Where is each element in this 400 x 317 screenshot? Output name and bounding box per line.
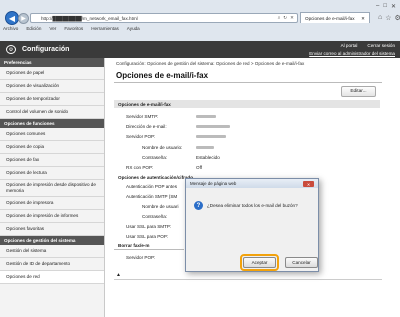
sidebar-item-system-management[interactable]: Gestión del sistema xyxy=(0,245,104,258)
sidebar-item-common[interactable]: Opciones comunes xyxy=(0,128,104,141)
tab-close-icon[interactable]: ✕ xyxy=(361,16,365,21)
question-icon: ? xyxy=(194,201,203,210)
page-header-title: Configuración xyxy=(22,46,70,53)
dialog-body: ? ¿Desea eliminar todos los e-mail del b… xyxy=(194,201,298,210)
portal-link[interactable]: Al portal xyxy=(341,43,358,48)
section-delete: Borrar fax/e-m xyxy=(118,243,150,248)
dialog-message: ¿Desea eliminar todos los e-mail del buz… xyxy=(207,203,298,208)
sidebar-section-functions: Opciones de funciones xyxy=(0,119,104,128)
admin-mail-link[interactable]: Enviar correo al administrador del siste… xyxy=(309,51,395,56)
menu-file[interactable]: Archivo xyxy=(3,26,18,34)
sidebar-item-fax[interactable]: Opciones de fax xyxy=(0,154,104,167)
sidebar-item-report[interactable]: Opciones de impresión de informes xyxy=(0,210,104,223)
row-label: Autenticación SMTP (SM xyxy=(126,194,178,199)
sidebar-section-system: Opciones de gestión del sistema xyxy=(0,236,104,245)
settings-logo-icon: ⚙ xyxy=(6,45,16,54)
home-icon[interactable]: ⌂ xyxy=(378,14,382,22)
minimize-icon[interactable]: – xyxy=(376,3,379,10)
row-label: RX con POP: xyxy=(126,165,154,170)
row-label: Servidor POP: xyxy=(126,134,156,139)
dialog-title: Mensaje de página web xyxy=(190,181,237,186)
row-label: Nombre de usuario: xyxy=(142,145,183,150)
maximize-icon[interactable]: □ xyxy=(383,3,387,10)
logout-link[interactable]: Cerrar sesión xyxy=(367,43,395,48)
sidebar-item-network[interactable]: Opciones de red xyxy=(0,271,104,284)
sidebar-item-printer[interactable]: Opciones de impresora xyxy=(0,197,104,210)
url-text: http://█████████/m_network_email_fax.htm… xyxy=(41,15,138,21)
menu-favorites[interactable]: Favoritos xyxy=(64,26,83,34)
stop-icon[interactable]: ✕ xyxy=(290,15,294,21)
confirm-dialog: Mensaje de página web ✕ ? ¿Desea elimina… xyxy=(185,178,319,272)
close-icon[interactable]: ✕ xyxy=(303,181,314,187)
tab-title: Opciones de e-mail/i-fax xyxy=(305,16,355,21)
back-arrow-icon[interactable]: ◀ xyxy=(5,11,19,25)
row-label: Nombre de usuari xyxy=(142,204,179,209)
title-divider xyxy=(114,82,382,83)
row-label: Servidor POP: xyxy=(126,255,156,260)
sidebar-item-favorites[interactable]: Opciones favoritas xyxy=(0,223,104,236)
browser-tab[interactable]: Opciones de e-mail/i-fax ✕ xyxy=(300,12,370,23)
sidebar-item-display[interactable]: Opciones de visualización xyxy=(0,80,104,93)
section-auth: Opciones de autenticación/cifrado xyxy=(118,175,194,180)
accept-button[interactable]: Aceptar xyxy=(243,257,276,268)
sidebar-item-copy[interactable]: Opciones de copia xyxy=(0,141,104,154)
menu-bar: Archivo Edición Ver Favoritos Herramient… xyxy=(0,26,400,34)
forward-arrow-icon[interactable]: ▶ xyxy=(18,13,29,24)
ok-highlight: Aceptar xyxy=(240,254,279,271)
menu-help[interactable]: Ayuda xyxy=(127,26,140,34)
page-title: Opciones de e-mail/i-fax xyxy=(116,71,209,80)
browser-tools: ⌂ ☆ ⚙ xyxy=(378,14,400,22)
row-label: Usar SSL para SMTP: xyxy=(126,224,172,229)
sidebar-section-preferences: Preferencias xyxy=(0,58,104,67)
sidebar-item-volume[interactable]: Control del volumen de sonido xyxy=(0,106,104,119)
cancel-button[interactable]: Cancelar xyxy=(285,257,318,268)
sidebar-item-scan[interactable]: Opciones de lectura xyxy=(0,167,104,180)
search-icon[interactable]: ⌕ xyxy=(278,15,281,21)
gear-icon[interactable]: ⚙ xyxy=(395,14,400,22)
sidebar-item-paper[interactable]: Opciones de papel xyxy=(0,67,104,80)
row-label: Usar SSL para POP: xyxy=(126,234,169,239)
sidebar-item-memory-print[interactable]: Opciones de impresión desde dispositivo … xyxy=(0,180,104,197)
row-label: Dirección de e-mail: xyxy=(126,124,167,129)
sidebar-item-timer[interactable]: Opciones de temporizador xyxy=(0,93,104,106)
row-label: Autenticación POP antes xyxy=(126,184,177,189)
redacted-value xyxy=(196,115,216,118)
menu-edit[interactable]: Edición xyxy=(26,26,41,34)
close-window-icon[interactable]: ✕ xyxy=(391,3,396,10)
breadcrumb: Configuración: Opciones de gestión del s… xyxy=(116,61,305,66)
address-bar[interactable]: http://█████████/m_network_email_fax.htm… xyxy=(30,13,298,23)
row-label: Servidor SMTP: xyxy=(126,114,159,119)
rx-pop-status: Off xyxy=(196,165,203,170)
row-label: Contraseña: xyxy=(142,155,168,160)
sidebar-item-department-id[interactable]: Gestión de ID de departamento xyxy=(0,258,104,271)
row-label: Contraseña: xyxy=(142,214,168,219)
sidebar: Preferencias Opciones de papel Opciones … xyxy=(0,58,105,317)
redacted-value xyxy=(196,135,226,138)
header-links: Al portal Cerrar sesión Enviar correo al… xyxy=(260,43,395,56)
section-divider xyxy=(114,249,184,250)
edit-button[interactable]: Editar... xyxy=(341,86,376,97)
redacted-value xyxy=(196,125,230,128)
refresh-icon[interactable]: ↻ xyxy=(283,15,287,21)
star-icon[interactable]: ☆ xyxy=(385,14,391,22)
back-to-top-icon[interactable]: ▲ xyxy=(116,272,121,278)
dialog-titlebar: Mensaje de página web ✕ xyxy=(186,179,318,188)
window-controls: – □ ✕ xyxy=(376,3,396,10)
section-email-ifax: Opciones de e-mail/i-fax xyxy=(114,100,380,108)
redacted-value xyxy=(196,146,214,149)
menu-view[interactable]: Ver xyxy=(49,26,56,34)
menu-tools[interactable]: Herramientas xyxy=(91,26,119,34)
footer-divider xyxy=(114,279,382,280)
password-status: Establecido xyxy=(196,155,220,160)
